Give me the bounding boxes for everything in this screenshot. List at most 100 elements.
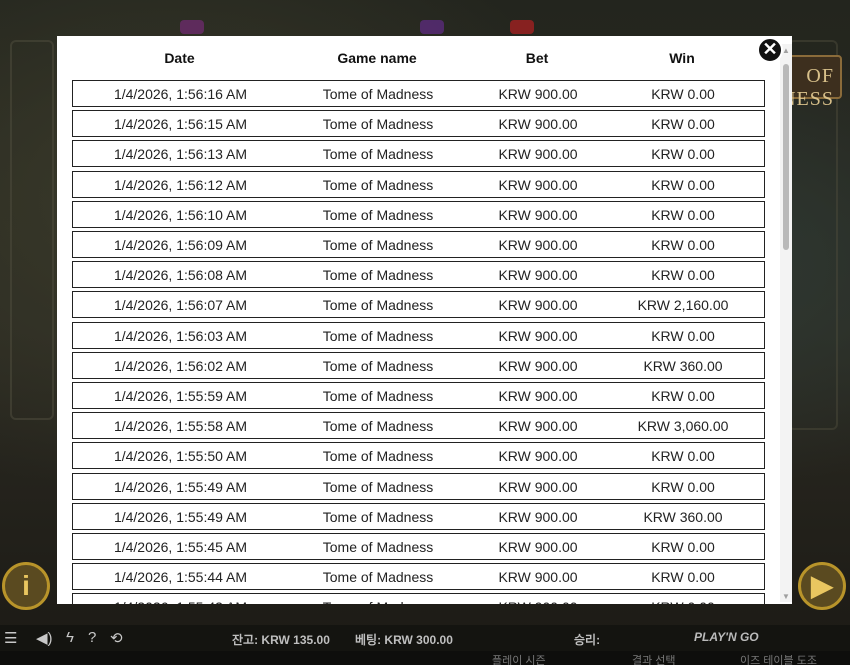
row-game-name: Tome of Madness — [322, 297, 434, 314]
row-game-name: Tome of Madness — [322, 478, 434, 495]
row-game-name: Tome of Madness — [322, 569, 434, 586]
sound-icon[interactable]: ◀) — [36, 629, 53, 647]
balance-label: 잔고: KRW 135.00 — [232, 633, 330, 647]
table-header: Date Game name Bet Win — [57, 44, 767, 72]
row-win: KRW 0.00 — [651, 237, 715, 253]
row-win: KRW 0.00 — [651, 539, 715, 555]
close-button[interactable]: ✕ — [757, 37, 783, 63]
table-row[interactable]: 1/4/2026, 1:56:10 AM Tome of Madness KRW 9… — [72, 200, 765, 228]
row-bet: KRW 900.00 — [468, 599, 608, 604]
row-date: 1/4/2026, 1:56:12 AM — [113, 176, 248, 193]
table-row[interactable]: 1/4/2026, 1:56:07 AM Tome of Madness KRW 9… — [72, 291, 765, 319]
row-date: 1/4/2026, 1:55:43 AM — [73, 599, 288, 604]
row-game-name: Tome of Madness — [322, 327, 434, 344]
header-bet: Bet — [525, 50, 549, 66]
table-row[interactable]: 1/4/2026, 1:55:49 AM Tome of Madness KRW 9… — [72, 472, 765, 500]
row-bet: KRW 900.00 — [498, 327, 578, 344]
table-row[interactable]: 1/4/2026, 1:56:12 AM Tome of Madness KRW 9… — [72, 170, 765, 198]
strip-text-left: 플레이 시즌 — [492, 655, 546, 665]
row-win: KRW 360.00 — [643, 357, 723, 374]
table-row[interactable]: 1/4/2026, 1:55:45 AM Tome of Madness KRW 9… — [72, 533, 765, 560]
row-date: 1/4/2026, 1:56:07 AM — [113, 297, 248, 314]
table-row[interactable]: 1/4/2026, 1:56:08 AM Tome of Madness KRW 9… — [72, 261, 765, 289]
table-row[interactable]: 1/4/2026, 1:55:44 AM Tome of Madness KRW 9… — [72, 563, 765, 591]
table-row[interactable]: 1/4/2026, 1:56:09 AM Tome of Madness KRW 9… — [72, 231, 765, 258]
autoplay-icon[interactable]: ▶ — [798, 562, 846, 610]
row-bet: KRW 900.00 — [498, 146, 578, 163]
row-win: KRW 0.00 — [651, 448, 715, 465]
row-bet: KRW 900.00 — [498, 206, 578, 223]
row-win: KRW 2,160.00 — [637, 297, 729, 314]
strip-text-right: 이즈 테이블 도조 — [740, 655, 817, 665]
row-game-name: Tome of Madness — [322, 206, 434, 223]
row-date: 1/4/2026, 1:55:45 AM — [113, 539, 248, 555]
header-game: Game name — [337, 50, 417, 66]
table-row[interactable]: 1/4/2026, 1:55:49 AM Tome of Madness KRW 9… — [72, 502, 765, 530]
row-win: KRW 0.00 — [651, 478, 715, 495]
header-win: Win — [669, 50, 695, 66]
row-date: 1/4/2026, 1:55:59 AM — [113, 388, 248, 404]
row-win: KRW 0.00 — [651, 206, 715, 223]
row-game-name: Tome of Madness — [322, 418, 434, 435]
row-date: 1/4/2026, 1:56:09 AM — [113, 237, 248, 253]
history-icon[interactable]: ⟲ — [110, 629, 123, 647]
history-modal: Date Game name Bet Win 1/4/2026, 1:56:16… — [57, 36, 792, 604]
row-game-name: Tome of Madness — [322, 267, 434, 284]
menu-icon[interactable]: ☰ — [4, 629, 17, 647]
row-date: 1/4/2026, 1:55:58 AM — [113, 418, 248, 435]
table-row[interactable]: 1/4/2026, 1:56:02 AM Tome of Madness KRW 9… — [72, 351, 765, 379]
row-date: 1/4/2026, 1:55:49 AM — [113, 508, 248, 525]
row-bet: KRW 900.00 — [498, 267, 578, 284]
gem-decoration — [420, 20, 444, 34]
row-date: 1/4/2026, 1:56:08 AM — [113, 267, 248, 284]
row-game-name: Tome of Madness — [322, 116, 434, 133]
table-row[interactable]: 1/4/2026, 1:55:59 AM Tome of Madness KRW 9… — [72, 382, 765, 409]
row-date: 1/4/2026, 1:56:10 AM — [113, 206, 248, 223]
table-row[interactable]: 1/4/2026, 1:56:15 AM Tome of Madness KRW 9… — [72, 110, 765, 138]
row-win: KRW 360.00 — [643, 508, 723, 525]
reel-frame-left — [10, 40, 54, 420]
row-win: KRW 3,060.00 — [637, 418, 729, 435]
lightning-icon[interactable]: ϟ — [66, 629, 74, 646]
row-game-name: Tome of Madness — [322, 146, 434, 163]
provider-logo: PLAY'N GO — [694, 630, 759, 644]
row-win: KRW 0.00 — [608, 599, 758, 604]
strip-text-mid: 결과 선택 — [632, 655, 676, 665]
scroll-up-icon[interactable]: ▲ — [782, 46, 790, 56]
info-icon[interactable]: i — [2, 562, 50, 610]
win-label: 승리: — [574, 633, 601, 647]
table-row[interactable]: 1/4/2026, 1:56:16 AM Tome of Madness KRW 9… — [72, 80, 765, 107]
row-game-name: Tome of Madness — [322, 86, 434, 102]
row-date: 1/4/2026, 1:55:44 AM — [113, 569, 248, 586]
scroll-down-icon[interactable]: ▼ — [782, 592, 790, 602]
scrollbar[interactable]: ▲ ▼ — [780, 44, 792, 602]
row-win: KRW 0.00 — [651, 176, 715, 193]
bottom-strip: 플레이 시즌 결과 선택 이즈 테이블 도조 — [0, 651, 850, 665]
scroll-thumb[interactable] — [783, 64, 789, 250]
row-bet: KRW 900.00 — [498, 508, 578, 525]
row-win: KRW 0.00 — [651, 388, 715, 404]
row-win: KRW 0.00 — [651, 569, 715, 586]
row-game-name: Tome of Madness — [322, 357, 434, 374]
table-row[interactable]: 1/4/2026, 1:55:43 AMTome of MadnessKRW 9… — [72, 593, 765, 604]
row-win: KRW 0.00 — [651, 327, 715, 344]
row-date: 1/4/2026, 1:56:15 AM — [113, 116, 248, 133]
row-win: KRW 0.00 — [651, 267, 715, 284]
row-game-name: Tome of Madness — [322, 388, 434, 404]
gem-decoration — [180, 20, 204, 34]
help-icon[interactable]: ? — [88, 629, 96, 646]
table-row[interactable]: 1/4/2026, 1:55:58 AM Tome of Madness KRW 9… — [72, 412, 765, 440]
row-game-name: Tome of Madness — [322, 539, 434, 555]
row-date: 1/4/2026, 1:55:49 AM — [113, 478, 248, 495]
row-win: KRW 0.00 — [651, 146, 715, 163]
gem-decoration — [510, 20, 534, 34]
table-row[interactable]: 1/4/2026, 1:56:13 AM Tome of Madness KRW 9… — [72, 140, 765, 168]
row-bet: KRW 900.00 — [498, 448, 578, 465]
table-row[interactable]: 1/4/2026, 1:55:50 AM Tome of Madness KRW 9… — [72, 442, 765, 470]
header-date: Date — [164, 50, 195, 66]
row-bet: KRW 900.00 — [498, 388, 578, 404]
table-row[interactable]: 1/4/2026, 1:56:03 AM Tome of Madness KRW 9… — [72, 321, 765, 349]
row-game-name: Tome of Madness — [322, 508, 434, 525]
row-bet: KRW 900.00 — [498, 539, 578, 555]
row-date: 1/4/2026, 1:56:16 AM — [113, 86, 248, 102]
